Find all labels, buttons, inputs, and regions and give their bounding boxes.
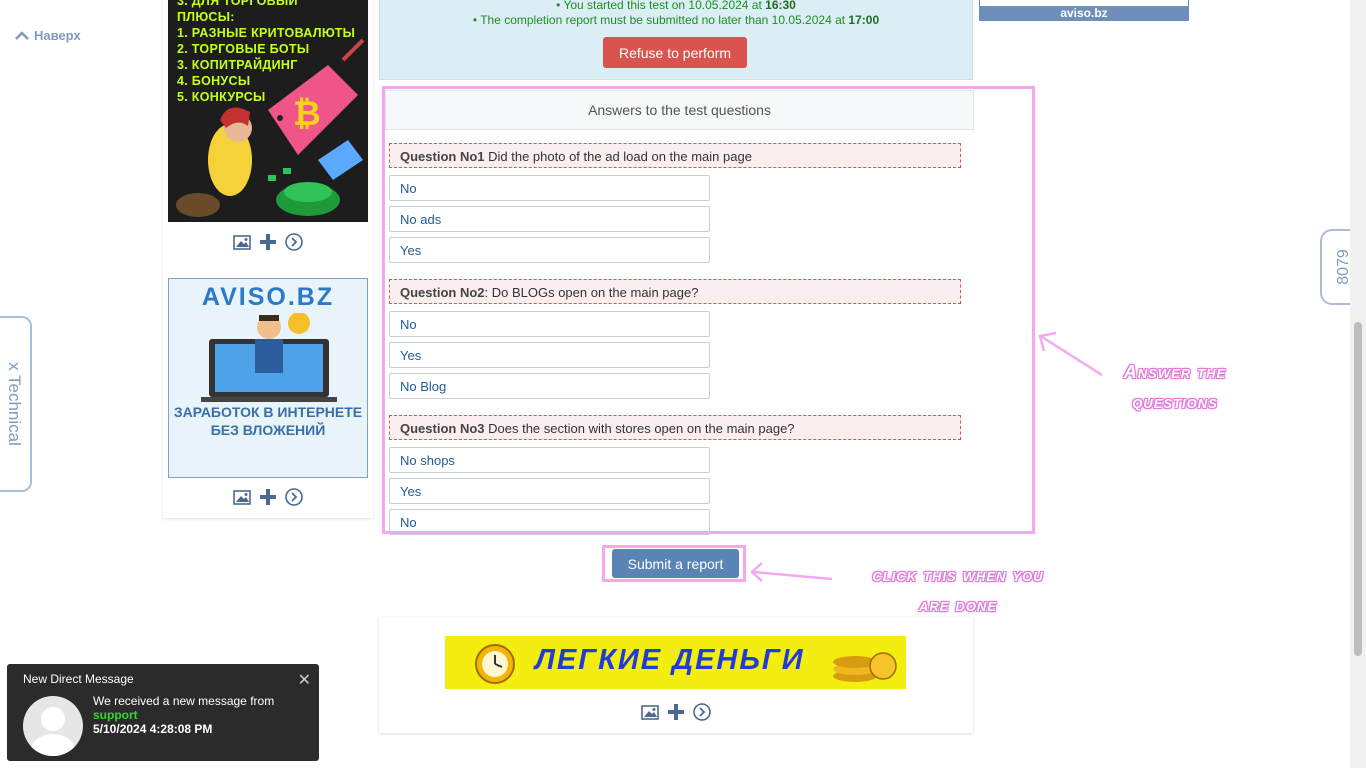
arrow-circle-right-icon[interactable] [284, 232, 304, 252]
image-icon[interactable] [232, 487, 252, 507]
test-start-time: 16:30 [765, 0, 796, 12]
toast-timestamp: 5/10/2024 4:28:08 PM [93, 722, 213, 736]
question-1: Question No1 Did the photo of the ad loa… [389, 143, 961, 168]
annotation-line: questions [1132, 392, 1218, 412]
answer-option[interactable]: Yes [389, 237, 710, 263]
easy-money-text: ЛЕГКИЕ ДЕНЬГИ [535, 644, 805, 676]
plus-icon[interactable] [258, 487, 278, 507]
test-start-info: • You started this test on 10.05.2024 at… [380, 0, 972, 12]
crypto-ad-illustration: ₿ [176, 38, 365, 217]
test-start-text: • You started this test on 10.05.2024 at [556, 0, 766, 12]
annotation-submit-done: click this when you are done [826, 560, 1090, 620]
avatar-icon [23, 696, 83, 756]
back-to-top-label: Наверх [34, 28, 81, 43]
plus-icon[interactable] [666, 702, 686, 722]
annotation-line: Answer the [1123, 362, 1227, 382]
aviso-ad-banner[interactable]: AVISO.BZ ЗАРАБОТОК В ИНТЕРНЕТЕ БЕЗ ВЛОЖЕ… [168, 278, 368, 478]
technical-side-tab[interactable]: x Technical [0, 316, 32, 492]
aviso-ad-slogan: ЗАРАБОТОК В ИНТЕРНЕТЕ БЕЗ ВЛОЖЕНИЙ [169, 403, 367, 439]
image-icon[interactable] [640, 702, 660, 722]
answer-option[interactable]: Yes [389, 478, 710, 504]
scrollbar-thumb[interactable] [1354, 322, 1362, 656]
easy-money-banner[interactable]: ЛЕГКИЕ ДЕНЬГИ [445, 636, 906, 689]
answer-option[interactable]: No Blog [389, 373, 710, 399]
annotation-answer-questions: Answer the questions [1090, 357, 1260, 417]
answer-option[interactable]: Yes [389, 342, 710, 368]
test-deadline-info: • The completion report must be submitte… [380, 13, 972, 27]
annotation-line: are done [918, 595, 997, 615]
answer-option[interactable]: No shops [389, 447, 710, 473]
aviso-ad-slogan-line: ЗАРАБОТОК В ИНТЕРНЕТЕ [173, 404, 363, 420]
toast-message-text: We received a new message from [93, 694, 275, 708]
question-text: Does the section with stores open on the… [484, 421, 795, 436]
question-3: Question No3 Does the section with store… [389, 415, 961, 440]
aviso-ad-illustration [201, 313, 337, 402]
direct-message-toast[interactable]: New Direct Message ✕ We received a new m… [7, 664, 319, 761]
aviso-mini-ad[interactable]: aviso.bz [979, 0, 1189, 21]
question-2: Question No2: Do BLOGs open on the main … [389, 279, 961, 304]
aviso-ad-slogan-line: БЕЗ ВЛОЖЕНИЙ [210, 422, 326, 438]
arrow-circle-right-icon[interactable] [692, 702, 712, 722]
test-deadline-time: 17:00 [848, 13, 880, 27]
annotation-line: click this when you [872, 565, 1044, 585]
question-text: : Do BLOGs open on the main page? [484, 285, 699, 300]
answers-panel-header: Answers to the test questions [385, 90, 974, 130]
ad1-tools [232, 232, 304, 252]
plus-icon[interactable] [258, 232, 278, 252]
toast-title: New Direct Message [23, 672, 134, 686]
technical-tab-label: x Technical [5, 362, 24, 446]
svg-text:₿: ₿ [293, 95, 321, 133]
bottom-ad-tools [640, 702, 712, 722]
question-number: Question No1 [400, 149, 485, 164]
toast-message: We received a new message from support 5… [93, 694, 274, 736]
answer-option[interactable]: No [389, 175, 710, 201]
toast-sender[interactable]: support [93, 708, 274, 722]
question-number: Question No2 [400, 285, 485, 300]
answer-option[interactable]: No [389, 311, 710, 337]
test-deadline-text: • The completion report must be submitte… [472, 13, 849, 27]
refuse-button[interactable]: Refuse to perform [603, 37, 747, 68]
question-number: Question No3 [400, 421, 485, 436]
arrow-circle-right-icon[interactable] [284, 487, 304, 507]
aviso-mini-label: aviso.bz [980, 6, 1188, 20]
image-icon[interactable] [232, 232, 252, 252]
crypto-ad-banner[interactable]: 3. ДЛЯ ТОРГОВЫЙ ПЛЮСЫ: 1. РАЗНЫЕ КРИТОВА… [168, 0, 368, 222]
answer-option[interactable]: No [389, 509, 710, 535]
question-text: Did the photo of the ad load on the main… [484, 149, 752, 164]
ad2-tools [232, 487, 304, 507]
close-icon[interactable]: ✕ [298, 670, 311, 690]
back-to-top-link[interactable]: Наверх [14, 28, 81, 43]
aviso-ad-brand: AVISO.BZ [201, 283, 335, 311]
submit-report-button[interactable]: Submit a report [612, 549, 739, 578]
answer-option[interactable]: No ads [389, 206, 710, 232]
chevron-up-icon [15, 30, 29, 40]
annotation-arrow-submit [750, 562, 833, 582]
